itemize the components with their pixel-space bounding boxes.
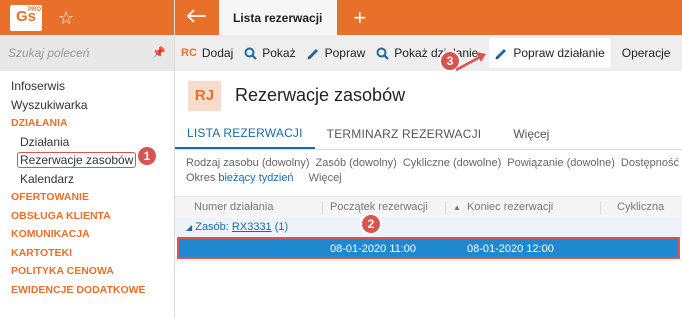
pencil-icon	[495, 47, 508, 60]
view-tabs: LISTA REZERWACJI TERMINARZ REZERWACJI Więc…	[175, 120, 682, 150]
page-title: Rezerwacje zasobów	[235, 85, 406, 105]
table-header: Numer działania Początek rezerwacji ▲ Ko…	[175, 196, 682, 218]
search-placeholder: Szukaj poleceń	[8, 46, 90, 60]
sidebar-item-label: Działania	[20, 134, 70, 149]
tab-więcej[interactable]: Więcej	[501, 119, 561, 149]
sidebar-header: Gs PRO ☆	[0, 0, 174, 35]
rc-icon: RC	[181, 47, 197, 59]
col-koniec-rezerwacji[interactable]: Koniec rezerwacji	[467, 201, 553, 213]
logo-sup: PRO	[27, 6, 41, 13]
pin-icon[interactable]: 📌	[152, 46, 166, 59]
top-bar: Lista rezerwacji +	[175, 0, 682, 35]
filter-chip[interactable]: Powiązanie (dowolne)	[507, 157, 615, 169]
sidebar-item-kalendarz[interactable]: Kalendarz	[0, 170, 174, 189]
group-row[interactable]: ◢ Zasób: RX3331 (1)	[175, 218, 682, 237]
sidebar-item-wyszukiwarka[interactable]: Wyszukiwarka	[0, 96, 174, 115]
sidebar-item-ofertowanie[interactable]: OFERTOWANIE	[0, 188, 174, 207]
table-empty-area	[175, 260, 682, 318]
page-header: RJ Rezerwacje zasobów	[175, 71, 682, 120]
sidebar-item-label: Kalendarz	[20, 171, 75, 186]
sidebar-item-label: Infoserwis	[11, 79, 66, 93]
toolbar-button-label: Popraw działanie	[513, 46, 605, 60]
col-numer-dzialania[interactable]: Numer działania	[194, 201, 273, 213]
toolbar-button-label: Popraw	[324, 46, 366, 60]
cell-end: 08-01-2020 12:00	[467, 243, 554, 255]
table-row[interactable]: 08-01-2020 11:00 08-01-2020 12:00	[177, 237, 680, 259]
filter-chip[interactable]: Cykliczne (dowolne)	[403, 157, 501, 169]
pokaż-button[interactable]: Pokaż	[244, 46, 296, 60]
sidebar-item-komunikacja[interactable]: KOMUNIKACJA	[0, 225, 174, 244]
filter-chip[interactable]: Rodzaj zasobu (dowolny)	[186, 157, 310, 169]
sidebar-item-label: Rezerwacje zasobów	[17, 152, 137, 168]
sidebar-item-kartoteki[interactable]: KARTOTEKI	[0, 244, 174, 263]
filter-chip[interactable]: Zasób (dowolny)	[316, 157, 397, 169]
col-poczatek-rezerwacji[interactable]: Początek rezerwacji	[330, 201, 428, 213]
group-value: RX3331	[231, 221, 272, 233]
callout-1: 1	[136, 145, 158, 167]
toolbar-button-label: Dodaj	[201, 46, 234, 60]
period-value[interactable]: bieżący tydzień	[218, 172, 293, 184]
column-divider	[600, 201, 601, 215]
sidebar-item-infoserwis[interactable]: Infoserwis	[0, 77, 174, 96]
group-prefix: Zasób:	[195, 221, 229, 233]
operacje-button[interactable]: Operacje	[622, 46, 671, 60]
callout-arrow	[455, 52, 486, 72]
search-icon	[244, 47, 258, 60]
column-divider	[445, 201, 446, 215]
sidebar-item-ewidencje-dodatkowe[interactable]: EWIDENCJE DODATKOWE	[0, 281, 174, 300]
filter-line-2: Okres bieżący tydzień Więcej	[186, 171, 682, 186]
search-icon	[376, 47, 390, 60]
column-divider	[322, 201, 323, 215]
period-label: Okres	[186, 172, 216, 184]
sidebar-item-label: KOMUNIKACJA	[11, 228, 90, 240]
sidebar-menu: Infoserwis Wyszukiwarka DZIAŁANIA Działania…	[0, 71, 174, 299]
filter-line-1: Rodzaj zasobu (dowolny) Zasób (dowolny) Cy…	[186, 156, 682, 171]
command-search-input[interactable]: Szukaj poleceń 📌	[0, 35, 174, 71]
toolbar-button-label: Operacje	[621, 46, 671, 60]
sidebar-item-label: KARTOTEKI	[11, 246, 73, 259]
toolbar-button-label: Pokaż	[262, 46, 296, 60]
popraw-button[interactable]: Popraw	[307, 46, 366, 60]
add-tab-icon[interactable]: +	[353, 5, 366, 31]
popraw-działanie-button[interactable]: Popraw działanie	[489, 38, 611, 68]
pencil-icon	[307, 47, 320, 60]
sidebar-item-label: Wyszukiwarka	[11, 97, 88, 112]
tab-label: Lista rezerwacji	[233, 10, 323, 25]
star-icon[interactable]: ☆	[58, 9, 74, 27]
sort-asc-icon[interactable]: ▲	[453, 203, 461, 212]
callout-2: 2	[360, 213, 382, 235]
col-cykliczna[interactable]: Cykliczna	[617, 201, 664, 213]
filter-bar: Rodzaj zasobu (dowolny) Zasób (dowolny) Cy…	[186, 156, 682, 186]
sidebar-item-label: POLITYKA CENOWA	[11, 265, 114, 277]
expand-triangle-icon[interactable]: ◢	[186, 223, 192, 232]
sidebar-item-label: DZIAŁANIA	[11, 117, 68, 129]
sidebar-item-działania[interactable]: DZIAŁANIA	[0, 114, 174, 133]
toolbar: RC Dodaj Pokaż Popraw Pokaż działanie Popraw …	[175, 35, 682, 71]
tab-lista-rezerwacji[interactable]: Lista rezerwacji	[219, 0, 338, 35]
module-badge: RJ	[188, 80, 221, 111]
sidebar-item-label: OBSŁUGA KLIENTA	[11, 209, 111, 222]
tab-lista-rezerwacji[interactable]: LISTA REZERWACJI	[175, 119, 315, 149]
app-logo[interactable]: Gs PRO	[10, 4, 42, 31]
sidebar-item-obsługa-klienta[interactable]: OBSŁUGA KLIENTA	[0, 207, 174, 226]
filter-chip[interactable]: Dostępność	[621, 157, 679, 169]
sidebar-item-label: EWIDENCJE DODATKOWE	[11, 283, 146, 296]
group-count: (1)	[274, 221, 289, 233]
back-arrow-icon[interactable]	[175, 6, 219, 29]
sidebar-item-label: OFERTOWANIE	[11, 191, 89, 203]
dodaj-button[interactable]: RC Dodaj	[181, 46, 233, 60]
filters-more-link[interactable]: Więcej	[309, 172, 342, 184]
sidebar-item-polityka-cenowa[interactable]: POLITYKA CENOWA	[0, 262, 174, 281]
tab-terminarz-rezerwacji[interactable]: TERMINARZ REZERWACJI	[315, 119, 494, 149]
cell-start: 08-01-2020 11:00	[330, 243, 417, 255]
